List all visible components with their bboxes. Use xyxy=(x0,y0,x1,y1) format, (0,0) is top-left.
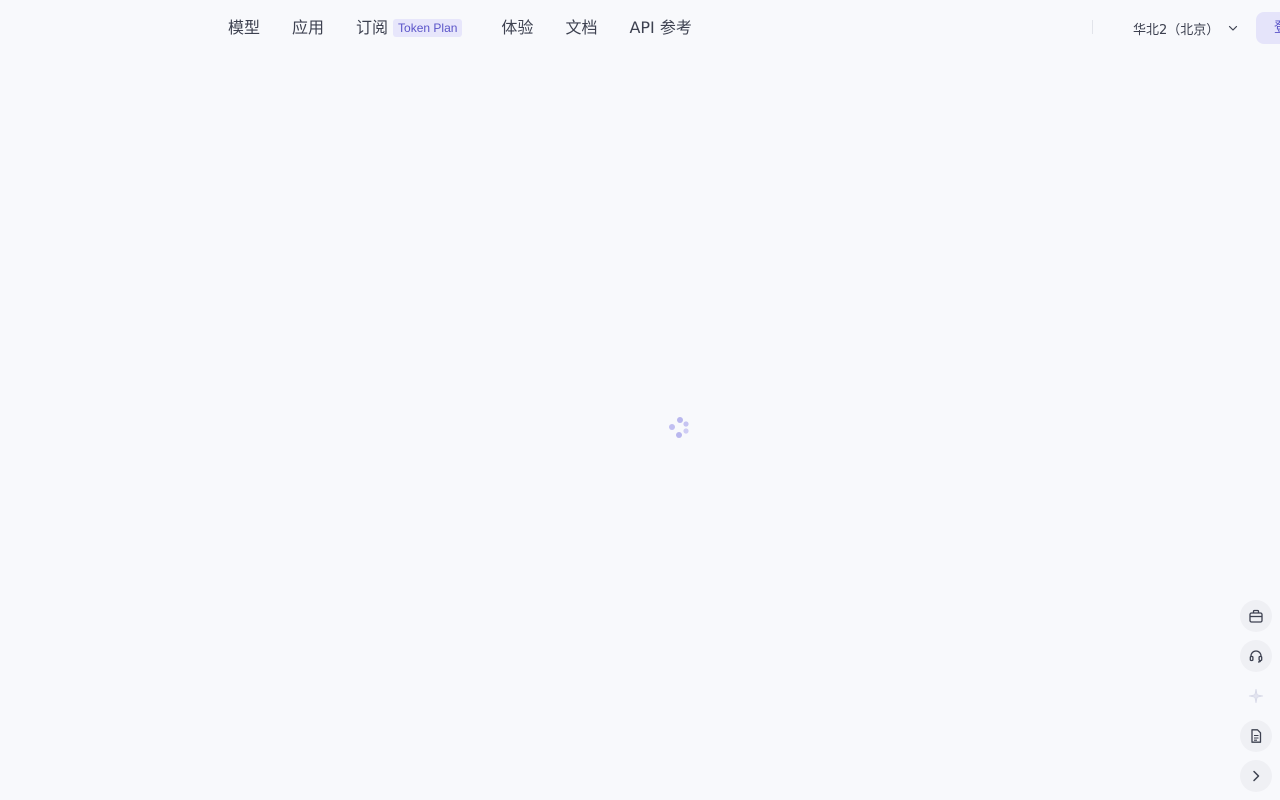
chevron-down-icon xyxy=(1229,25,1238,31)
loading-spinner-icon xyxy=(669,417,689,438)
nav-label: 应用 xyxy=(292,18,325,37)
sparkle-icon xyxy=(1248,688,1264,704)
expand-toolbar-button[interactable] xyxy=(1240,760,1272,792)
nav-label: 文档 xyxy=(565,18,598,37)
region-selector[interactable]: 华北2（北京） xyxy=(1133,17,1239,39)
ai-assistant-button[interactable] xyxy=(1240,680,1272,712)
nav-item-models[interactable]: 模型 xyxy=(228,17,260,39)
document-button[interactable] xyxy=(1240,720,1272,752)
login-button[interactable]: 登录 xyxy=(1256,12,1280,44)
main-nav: 模型 应用 订阅 Token Plan 体验 文档 API 参考 xyxy=(228,0,724,56)
nav-label: 订阅 xyxy=(356,18,389,37)
token-plan-badge: Token Plan xyxy=(393,19,463,37)
floating-toolbar xyxy=(1240,600,1272,800)
nav-item-docs[interactable]: 文档 xyxy=(565,17,597,39)
nav-label: 体验 xyxy=(501,18,534,37)
nav-label: 模型 xyxy=(228,18,261,37)
nav-item-experience[interactable]: 体验 xyxy=(501,17,533,39)
nav-item-apps[interactable]: 应用 xyxy=(292,17,324,39)
briefcase-icon xyxy=(1249,609,1263,623)
briefcase-button[interactable] xyxy=(1240,600,1272,632)
support-button[interactable] xyxy=(1240,640,1272,672)
top-navigation-bar: 模型 应用 订阅 Token Plan 体验 文档 API 参考 华北2（北京）… xyxy=(0,0,1280,56)
header-divider xyxy=(1092,20,1093,34)
nav-item-subscription[interactable]: 订阅 Token Plan xyxy=(356,17,463,39)
headset-icon xyxy=(1249,650,1263,663)
document-icon xyxy=(1251,729,1262,743)
region-label: 华北2（北京） xyxy=(1133,22,1220,38)
nav-label: API 参考 xyxy=(629,18,692,37)
nav-item-api-reference[interactable]: API 参考 xyxy=(629,17,691,39)
chevron-right-icon xyxy=(1253,770,1260,782)
